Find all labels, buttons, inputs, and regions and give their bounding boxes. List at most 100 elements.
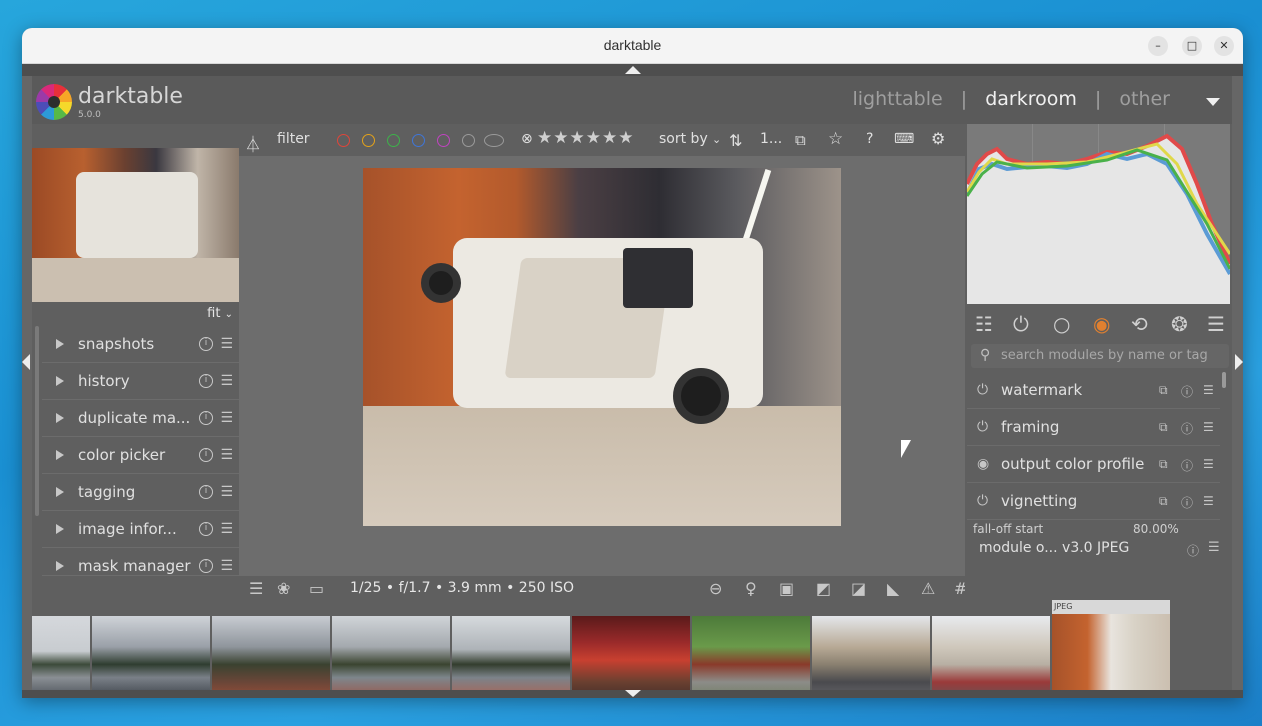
warning-icon[interactable]: ⚠ [921,579,935,598]
top-panel-toggle-bar[interactable] [22,64,1243,76]
presets-icon[interactable]: ☰ [220,447,233,463]
presets-icon[interactable]: ☰ [1208,540,1220,555]
view-darkroom[interactable]: darkroom [985,88,1077,110]
filter-icon[interactable]: ⏃ [245,131,261,155]
filmstrip-thumb[interactable] [452,616,570,698]
multi-instance-icon[interactable]: ⧉ [1159,457,1168,472]
aperture-icon[interactable]: ❂ [1171,312,1188,336]
radio-icon[interactable]: ◉ [977,456,989,472]
filmstrip-thumb[interactable] [32,616,90,698]
close-icon[interactable]: ✕ [1214,36,1234,56]
module-image-information[interactable]: image infor... i ☰ [42,511,239,548]
reset-icon[interactable]: i [199,448,213,462]
power-icon[interactable]: ⏻ [977,493,988,509]
presets-icon[interactable]: ☰ [220,484,233,500]
filmstrip-thumb[interactable] [572,616,690,698]
module-watermark[interactable]: ⏻ watermark ⧉ ⓘ ☰ [967,372,1220,409]
color-label-gray[interactable] [462,134,475,147]
color-label-and-or[interactable] [484,134,504,147]
collapse-top-arrow-icon[interactable] [625,66,641,74]
reset-icon[interactable]: ⓘ [1181,494,1193,511]
presets-icon[interactable]: ☰ [220,373,233,389]
center-view[interactable] [239,156,965,576]
color-wheel-icon[interactable]: ◉ [1093,312,1110,336]
settings-icon[interactable]: ⚙ [931,129,945,148]
module-search-input[interactable]: ⚲ search modules by name or tag [971,344,1229,368]
histogram[interactable] [967,124,1230,304]
module-tagging[interactable]: tagging i ☰ [42,474,239,511]
presets-icon[interactable]: ☰ [220,521,233,537]
power-icon[interactable]: ⏻ [1013,312,1029,336]
multi-instance-icon[interactable]: ⧉ [1159,494,1168,509]
left-scrollbar[interactable] [35,326,39,516]
menu-icon[interactable]: ☰ [1207,312,1225,336]
module-output-color-profile[interactable]: ◉ output color profile ⧉ ⓘ ☰ [967,446,1220,483]
color-assessment-icon[interactable]: ♀ [745,579,757,598]
maximize-icon[interactable]: □ [1182,36,1202,56]
reset-icon[interactable]: i [199,485,213,499]
presets-icon[interactable]: ☰ [220,336,233,352]
reset-icon[interactable]: i [199,411,213,425]
power-icon[interactable]: ⏻ [977,419,988,435]
grouping-icon[interactable]: ⧉ [795,131,806,149]
clipping-icon[interactable]: ◩ [816,579,831,598]
color-label-purple[interactable] [437,134,450,147]
right-scrollbar[interactable] [1222,372,1226,388]
module-framing[interactable]: ⏻ framing ⧉ ⓘ ☰ [967,409,1220,446]
collapse-right-arrow-icon[interactable] [1235,354,1243,370]
collapse-left-arrow-icon[interactable] [22,354,30,370]
filmstrip-thumb-selected[interactable]: JPEG ⊗ ★★★★☆ [1052,600,1170,698]
circle-icon[interactable]: ○ [1053,312,1070,336]
sort-label[interactable]: sort by [659,131,708,147]
chevron-down-icon[interactable]: ⌄ [712,133,721,146]
filmstrip-thumb[interactable] [812,616,930,698]
reset-icon[interactable]: ⓘ [1181,457,1193,474]
help-icon[interactable]: ? [866,131,873,147]
reset-icon[interactable]: i [199,522,213,536]
module-duplicate-manager[interactable]: duplicate ma... i ☰ [42,400,239,437]
gamut-check-icon[interactable]: ◣ [887,579,899,598]
color-label-red[interactable] [337,134,350,147]
color-label-blue[interactable] [412,134,425,147]
filmstrip-thumb[interactable] [92,616,210,698]
zoom-selector[interactable]: fit ⌄ [207,306,233,321]
filmstrip-thumb[interactable] [932,616,1050,698]
reject-icon[interactable]: ⊗ [521,131,533,147]
star-icon[interactable]: ☆ [828,129,843,149]
module-vignetting[interactable]: ⏻ vignetting ⧉ ⓘ ☰ [967,483,1220,520]
power-icon[interactable]: ⏻ [977,382,988,398]
color-label-green[interactable] [387,134,400,147]
presets-icon[interactable]: ☰ [1203,383,1214,397]
presets-icon[interactable]: ☰ [1203,420,1214,434]
module-order-label[interactable]: module o... v3.0 JPEG [979,540,1129,556]
filmstrip-thumb[interactable] [332,616,450,698]
raw-overexposed-icon[interactable]: ▣ [779,579,794,598]
focus-peaking-icon[interactable]: ⊖ [709,579,722,598]
presets-icon[interactable]: ☰ [220,410,233,426]
reset-icon[interactable]: ⓘ [1181,420,1193,437]
minimize-icon[interactable]: – [1148,36,1168,56]
softproof-icon[interactable]: ◪ [851,579,866,598]
presets-icon[interactable]: ☰ [220,558,233,574]
filmstrip-thumb[interactable] [212,616,330,698]
module-snapshots[interactable]: snapshots i ☰ [42,326,239,363]
reset-icon[interactable]: i [199,337,213,351]
sliders-icon[interactable]: ☷ [975,312,993,336]
star-rating-icon[interactable]: ★★★★★★ [537,128,634,148]
reset-icon[interactable]: ⓘ [1181,383,1193,400]
module-color-picker[interactable]: color picker i ☰ [42,437,239,474]
presets-icon[interactable]: ☰ [1203,457,1214,471]
color-label-yellow[interactable] [362,134,375,147]
views-menu-icon[interactable] [1206,98,1220,106]
refresh-icon[interactable]: ⟲ [1131,312,1148,336]
reset-icon[interactable]: i [199,374,213,388]
multi-instance-icon[interactable]: ⧉ [1159,383,1168,398]
reset-icon[interactable]: ⓘ [1187,542,1199,559]
presets-icon[interactable]: ☰ [1203,494,1214,508]
view-other[interactable]: other [1119,88,1170,110]
navigation-preview[interactable] [32,148,239,302]
main-image[interactable] [363,168,841,526]
module-mask-manager[interactable]: mask manager i ☰ [42,548,239,576]
reset-icon[interactable]: i [199,559,213,573]
sort-order-icon[interactable]: ⇅ [729,131,742,150]
